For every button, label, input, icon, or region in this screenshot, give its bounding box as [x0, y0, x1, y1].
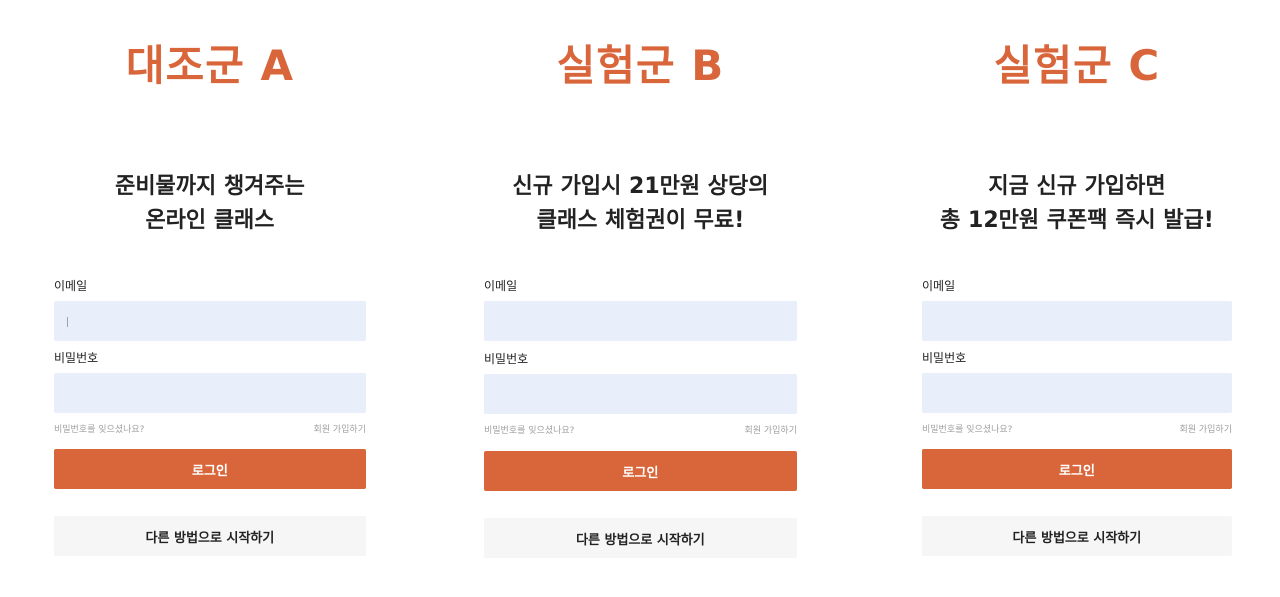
- panel-experiment-c: 실험군 C 지금 신규 가입하면 총 12만원 쿠폰팩 즉시 발급! 이메일 비…: [922, 0, 1232, 597]
- forgot-password-link[interactable]: 비밀번호를 잊으셨나요?: [484, 425, 574, 437]
- group-title: 실험군 C: [993, 41, 1161, 90]
- signup-link[interactable]: 회원 가입하기: [313, 424, 366, 436]
- headline-line-1: 지금 신규 가입하면: [988, 174, 1166, 199]
- alt-start-button[interactable]: 다른 방법으로 시작하기: [54, 516, 366, 556]
- alt-start-button[interactable]: 다른 방법으로 시작하기: [922, 516, 1232, 556]
- login-button[interactable]: 로그인: [54, 449, 366, 489]
- password-label: 비밀번호: [54, 351, 99, 365]
- signup-link[interactable]: 회원 가입하기: [1179, 424, 1232, 436]
- forgot-password-link[interactable]: 비밀번호를 잊으셨나요?: [54, 424, 144, 436]
- forgot-password-link[interactable]: 비밀번호를 잊으셨나요?: [922, 424, 1012, 436]
- email-label: 이메일: [54, 279, 88, 293]
- email-field[interactable]: [922, 301, 1232, 341]
- headline: 신규 가입시 21만원 상당의 클래스 체험권이 무료!: [484, 170, 797, 238]
- headline-line-2: 총 12만원 쿠폰팩 즉시 발급!: [940, 208, 1214, 233]
- login-button[interactable]: 로그인: [922, 449, 1232, 489]
- password-field[interactable]: [484, 374, 797, 414]
- panel-experiment-b: 실험군 B 신규 가입시 21만원 상당의 클래스 체험권이 무료! 이메일 비…: [484, 0, 797, 597]
- group-title: 대조군 A: [125, 41, 295, 90]
- headline-line-2: 클래스 체험권이 무료!: [536, 208, 745, 233]
- login-button[interactable]: 로그인: [484, 451, 797, 491]
- email-field[interactable]: [54, 301, 366, 341]
- headline-line-2: 온라인 클래스: [145, 208, 275, 233]
- headline-line-1: 준비물까지 챙겨주는: [115, 174, 305, 199]
- password-field[interactable]: [922, 373, 1232, 413]
- alt-start-button[interactable]: 다른 방법으로 시작하기: [484, 518, 797, 558]
- text-cursor: [67, 317, 68, 327]
- email-field[interactable]: [484, 301, 797, 341]
- password-label: 비밀번호: [922, 351, 967, 365]
- panel-control-a: 대조군 A 준비물까지 챙겨주는 온라인 클래스 이메일 비밀번호 비밀번호를 …: [54, 0, 366, 597]
- email-label: 이메일: [922, 279, 956, 293]
- signup-link[interactable]: 회원 가입하기: [744, 425, 797, 437]
- email-label: 이메일: [484, 279, 518, 293]
- headline: 준비물까지 챙겨주는 온라인 클래스: [54, 170, 366, 238]
- password-label: 비밀번호: [484, 352, 529, 366]
- password-field[interactable]: [54, 373, 366, 413]
- group-title: 실험군 B: [556, 41, 725, 90]
- headline-line-1: 신규 가입시 21만원 상당의: [512, 174, 769, 199]
- headline: 지금 신규 가입하면 총 12만원 쿠폰팩 즉시 발급!: [922, 170, 1232, 238]
